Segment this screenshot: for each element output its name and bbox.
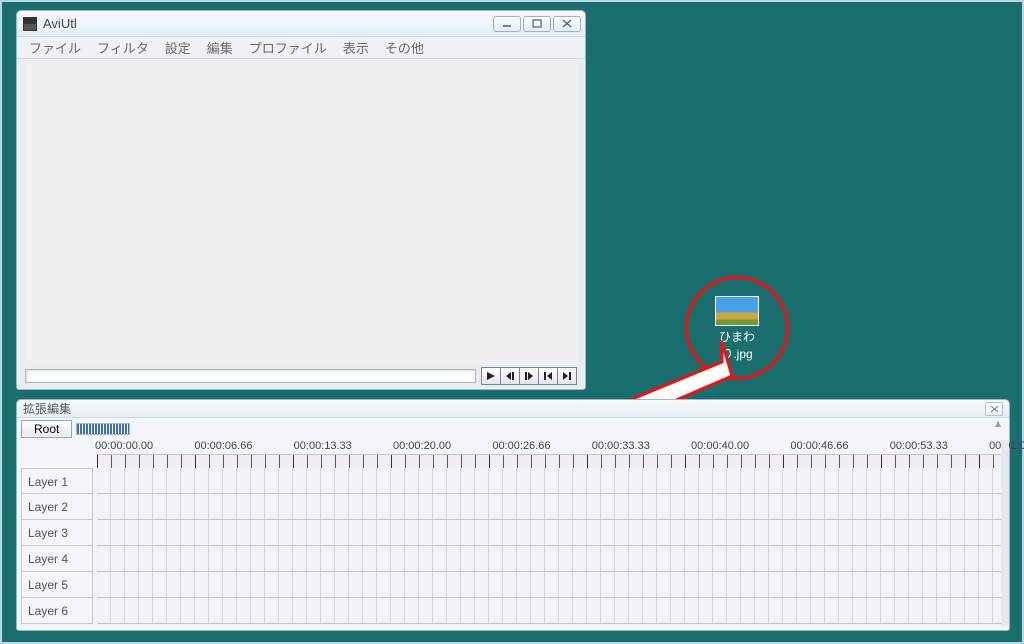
main-menubar: ファイル フィルタ 設定 編集 プロファイル 表示 その他: [17, 37, 585, 59]
timeline-window: 拡張編集 Root ▴ 00:00:00.00 00:00:06.66 00:00:…: [16, 399, 1010, 631]
timeline-toolbar: Root: [17, 418, 1009, 440]
track-row[interactable]: [97, 572, 1001, 598]
desktop-file[interactable]: ひまわり.jpg: [707, 296, 767, 362]
track-row[interactable]: [97, 598, 1001, 624]
file-thumbnail: [715, 296, 759, 326]
menu-profile[interactable]: プロファイル: [241, 36, 335, 59]
timeline-vertical-scrollbar[interactable]: [1001, 440, 1009, 626]
layer-label[interactable]: Layer 6: [21, 598, 93, 624]
go-end-button[interactable]: [557, 367, 577, 385]
track-row[interactable]: [97, 494, 1001, 520]
time-mark: 00:00:33.33: [592, 440, 650, 452]
close-button[interactable]: [553, 16, 581, 32]
preview-canvas: [25, 61, 577, 365]
layer-label[interactable]: Layer 2: [21, 494, 93, 520]
layer-label[interactable]: Layer 4: [21, 546, 93, 572]
time-mark: 00:00:13.33: [294, 440, 352, 452]
app-title: AviUtl: [43, 16, 493, 31]
layer-label[interactable]: Layer 3: [21, 520, 93, 546]
time-mark: 00:00:46.66: [790, 440, 848, 452]
time-mark: 00:00:06.66: [194, 440, 252, 452]
app-icon: [23, 17, 37, 31]
go-start-button[interactable]: [538, 367, 558, 385]
transport-bar: [25, 367, 577, 385]
time-mark: 00:00:26.66: [492, 440, 550, 452]
menu-edit[interactable]: 編集: [199, 36, 241, 59]
track-area[interactable]: [97, 468, 1001, 626]
root-button[interactable]: Root: [21, 420, 72, 438]
layer-label[interactable]: Layer 1: [21, 468, 93, 494]
play-button[interactable]: [481, 367, 501, 385]
track-row[interactable]: [97, 468, 1001, 494]
timeline-title: 拡張編集: [23, 400, 71, 417]
time-mark: 00:00:53.33: [890, 440, 948, 452]
file-name: ひまわり.jpg: [707, 328, 767, 362]
aviutl-main-window: AviUtl ファイル フィルタ 設定 編集 プロファイル 表示 その他: [16, 10, 586, 390]
ruler-scroll-up-icon[interactable]: ▴: [995, 416, 1001, 430]
time-mark: 00:00:40.00: [691, 440, 749, 452]
step-back-button[interactable]: [500, 367, 520, 385]
layer-label-column: Layer 1Layer 2Layer 3Layer 4Layer 5Layer…: [21, 468, 93, 626]
track-row[interactable]: [97, 520, 1001, 546]
zoom-slider[interactable]: [76, 423, 130, 435]
menu-filter[interactable]: フィルタ: [89, 36, 157, 59]
seek-slider[interactable]: [25, 369, 476, 383]
time-mark: 00:00:20.00: [393, 440, 451, 452]
timeline-close-button[interactable]: [985, 402, 1003, 416]
time-mark: 00:00:00.00: [95, 440, 153, 452]
minimize-button[interactable]: [493, 16, 521, 32]
menu-other[interactable]: その他: [377, 36, 432, 59]
maximize-button[interactable]: [523, 16, 551, 32]
menu-file[interactable]: ファイル: [21, 36, 89, 59]
menu-view[interactable]: 表示: [335, 36, 377, 59]
time-ruler[interactable]: ▴ 00:00:00.0000:00:06.6600:00:13.3300:00…: [97, 440, 1001, 468]
main-titlebar[interactable]: AviUtl: [17, 11, 585, 37]
layer-label[interactable]: Layer 5: [21, 572, 93, 598]
timeline-titlebar[interactable]: 拡張編集: [17, 400, 1009, 418]
menu-settings[interactable]: 設定: [157, 36, 199, 59]
step-fwd-button[interactable]: [519, 367, 539, 385]
track-row[interactable]: [97, 546, 1001, 572]
